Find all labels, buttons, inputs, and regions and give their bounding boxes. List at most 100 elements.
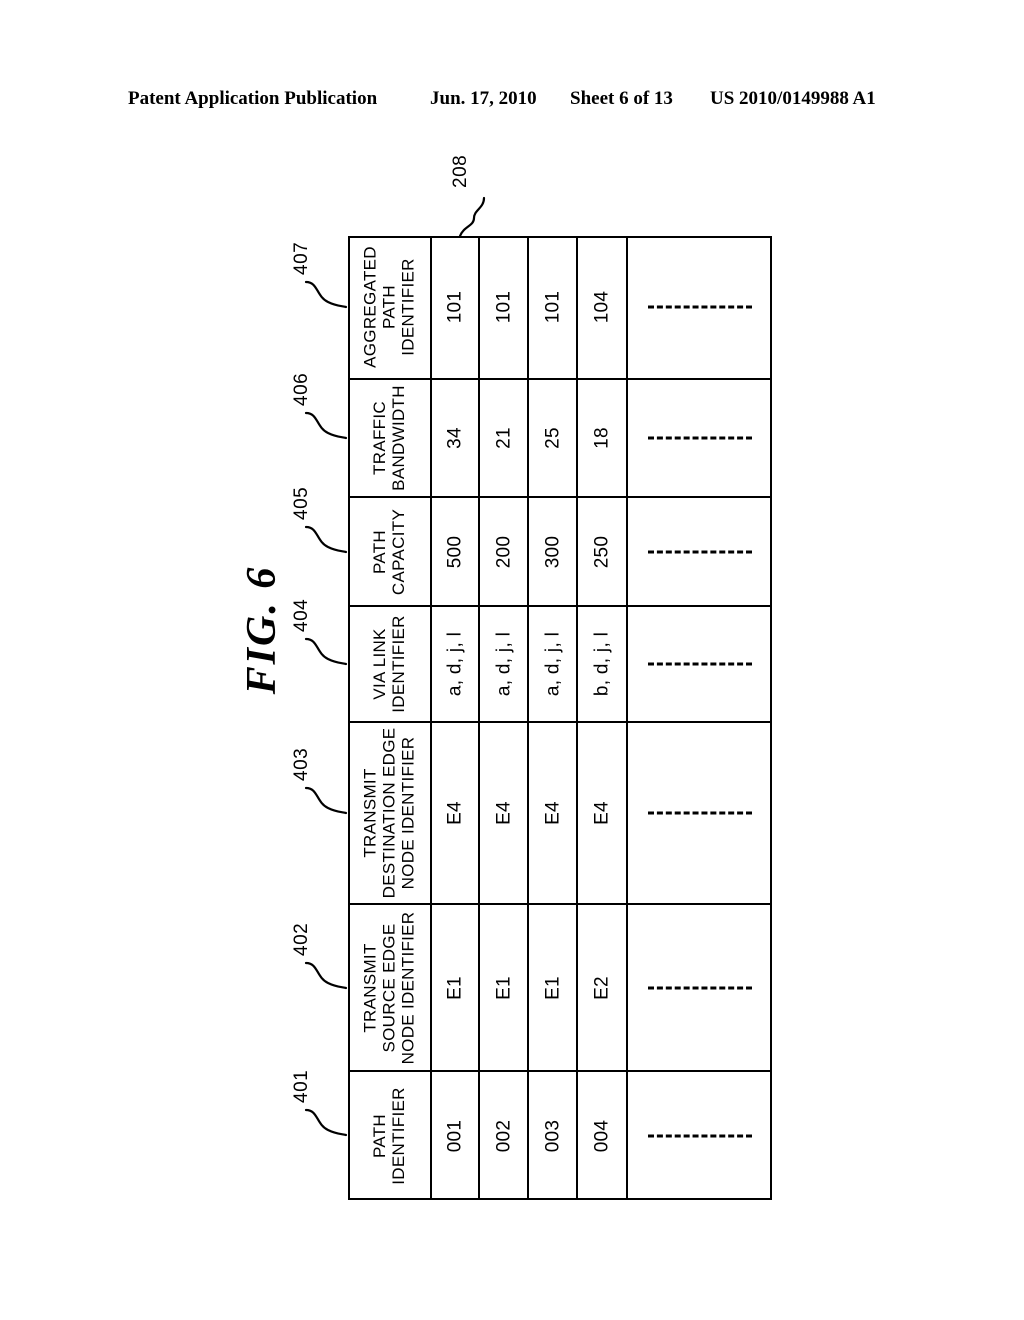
column-header-path-capacity: PATH CAPACITY	[348, 498, 432, 605]
table-cell-value: 200	[493, 535, 514, 568]
ellipsis-dashes-icon	[648, 986, 752, 989]
path-management-table: AGGREGATED PATH IDENTIFIER 101 101 101 104 TRAF…	[348, 236, 772, 1200]
patent-number: US 2010/0149988 A1	[710, 88, 876, 109]
leader-line-402	[304, 961, 348, 989]
column-header-aggregated-path-identifier: AGGREGATED PATH IDENTIFIER	[348, 236, 432, 378]
table-cell-ellipsis	[628, 723, 772, 903]
table-cell: 18	[578, 380, 628, 496]
table-cell: 300	[529, 498, 578, 605]
table-cell-value: E4	[493, 801, 514, 825]
table-cell-ellipsis	[628, 380, 772, 496]
table-cell-value: 001	[444, 1119, 466, 1153]
table-cell: 001	[432, 1072, 480, 1200]
table-cell-value: E1	[493, 975, 514, 1000]
table-cell: 003	[529, 1072, 578, 1200]
ellipsis-dashes-icon	[648, 305, 752, 309]
table-cell-value: E4	[591, 801, 613, 825]
page-header: Patent Application Publication Jun. 17, …	[0, 88, 1024, 114]
table-cell-ellipsis	[628, 1072, 772, 1200]
table-cell: 104	[578, 236, 628, 378]
publication-date: Jun. 17, 2010	[430, 88, 537, 109]
table-cell: b, d, j, l	[578, 607, 628, 721]
table-cell-value: 104	[591, 290, 613, 324]
table-cell-value: E1	[444, 975, 466, 1000]
table-cell-value: 25	[542, 427, 563, 449]
reference-numeral-402: 402	[291, 922, 312, 956]
table-cell-value: a, d, j, l	[444, 631, 466, 697]
table-cell: E4	[480, 723, 529, 903]
table-cell-value: E2	[591, 975, 613, 1000]
table-cell: E4	[578, 723, 628, 903]
publication-title: Patent Application Publication	[128, 88, 378, 109]
table-cell-ellipsis	[628, 236, 772, 378]
ellipsis-dashes-icon	[648, 436, 752, 440]
reference-numeral-406: 406	[291, 372, 312, 406]
table-field-row: PATH IDENTIFIER 001 002 003 004	[348, 1072, 772, 1200]
reference-numeral-407: 407	[291, 241, 312, 275]
table-cell-ellipsis	[628, 905, 772, 1070]
table-cell-value: 002	[493, 1119, 514, 1153]
leader-line-407	[304, 280, 348, 309]
table-cell: 250	[578, 498, 628, 605]
table-cell: E1	[432, 905, 480, 1070]
table-cell: E2	[578, 905, 628, 1070]
reference-numeral-208: 208	[450, 154, 471, 188]
leader-line-405	[304, 525, 348, 553]
table-cell: a, d, j, l	[529, 607, 578, 721]
table-field-row: TRANSMIT SOURCE EDGE NODE IDENTIFIER E1 E1 E1…	[348, 905, 772, 1072]
column-header-label: AGGREGATED PATH IDENTIFIER	[360, 246, 418, 368]
column-header-transmit-destination-edge-node-identifier: TRANSMIT DESTINATION EDGE NODE IDENTIFIER	[348, 723, 432, 903]
table-cell-value: b, d, j, l	[591, 631, 613, 697]
table-field-row: VIA LINK IDENTIFIER a, d, j, l a, d, j, l a,…	[348, 607, 772, 723]
column-header-label: TRANSMIT DESTINATION EDGE NODE IDENTIFIER	[360, 727, 418, 899]
column-header-label: TRAFFIC BANDWIDTH	[370, 385, 408, 491]
column-header-label: PATH IDENTIFIER	[370, 1087, 408, 1185]
table-cell: E1	[529, 905, 578, 1070]
table-cell: 101	[432, 236, 480, 378]
reference-numeral-403: 403	[291, 747, 312, 781]
table-cell: a, d, j, l	[480, 607, 529, 721]
table-cell: 002	[480, 1072, 529, 1200]
table-cell: 200	[480, 498, 529, 605]
table-field-row: PATH CAPACITY 500 200 300 250	[348, 498, 772, 607]
table-cell: E4	[529, 723, 578, 903]
table-cell: a, d, j, l	[432, 607, 480, 721]
table-cell: 21	[480, 380, 529, 496]
leader-line-406	[304, 411, 348, 440]
table-cell-value: 101	[493, 290, 514, 324]
reference-numeral-404: 404	[291, 598, 312, 632]
leader-line-403	[304, 786, 348, 815]
reference-numeral-401: 401	[291, 1069, 312, 1103]
leader-line-404	[304, 637, 348, 666]
column-header-path-identifier: PATH IDENTIFIER	[348, 1072, 432, 1200]
table-cell: E1	[480, 905, 529, 1070]
table-cell-value: 004	[591, 1119, 613, 1153]
table-cell: 004	[578, 1072, 628, 1200]
table-cell-value: 500	[444, 535, 466, 568]
ellipsis-dashes-icon	[648, 811, 752, 815]
table-cell-value: 34	[444, 427, 466, 449]
table-cell: 34	[432, 380, 480, 496]
table-cell-value: 18	[591, 427, 613, 449]
ellipsis-dashes-icon	[648, 550, 752, 553]
table-cell-value: 250	[591, 535, 613, 568]
table-field-row: AGGREGATED PATH IDENTIFIER 101 101 101 104	[348, 236, 772, 380]
column-header-label: VIA LINK IDENTIFIER	[370, 615, 408, 713]
column-header-transmit-source-edge-node-identifier: TRANSMIT SOURCE EDGE NODE IDENTIFIER	[348, 905, 432, 1070]
column-header-label: TRANSMIT SOURCE EDGE NODE IDENTIFIER	[360, 911, 418, 1064]
table-cell-ellipsis	[628, 498, 772, 605]
table-cell-value: 300	[542, 535, 563, 568]
leader-line-208	[458, 196, 486, 238]
ellipsis-dashes-icon	[648, 1134, 752, 1138]
table-cell-value: 101	[542, 290, 563, 324]
sheet-number: Sheet 6 of 13	[570, 88, 673, 109]
reference-numeral-405: 405	[291, 486, 312, 520]
table-cell: 25	[529, 380, 578, 496]
table-field-row: TRAFFIC BANDWIDTH 34 21 25 18	[348, 380, 772, 498]
table-cell-value: 21	[493, 427, 514, 449]
column-header-via-link-identifier: VIA LINK IDENTIFIER	[348, 607, 432, 721]
leader-line-401	[304, 1108, 348, 1137]
table-cell-ellipsis	[628, 607, 772, 721]
table-cell-value: E1	[542, 975, 563, 1000]
table-cell: 500	[432, 498, 480, 605]
